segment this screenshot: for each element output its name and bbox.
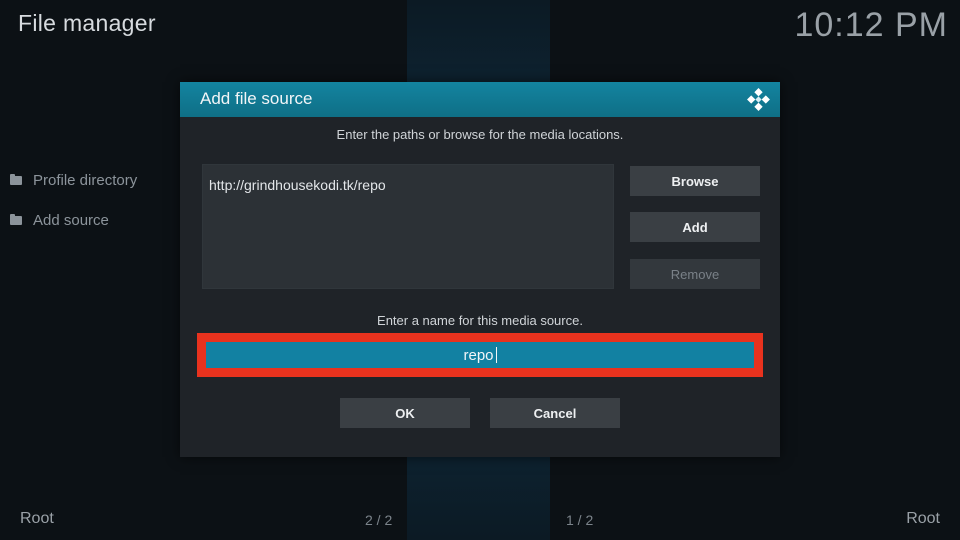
footer-root-left: Root [20, 510, 54, 527]
add-button[interactable]: Add [630, 212, 760, 242]
ok-button[interactable]: OK [340, 398, 470, 428]
paths-list[interactable]: http://grindhousekodi.tk/repo [202, 164, 614, 289]
source-name-input[interactable]: repo [206, 342, 754, 368]
paths-instruction: Enter the paths or browse for the media … [336, 127, 624, 142]
footer-page-indicator-right: 1 / 2 [566, 512, 594, 528]
text-caret [495, 347, 497, 363]
cancel-button[interactable]: Cancel [490, 398, 620, 428]
add-file-source-dialog: Add file source Enter the paths or brows… [180, 82, 780, 457]
folder-icon [10, 174, 22, 185]
name-instruction: Enter a name for this media source. [377, 313, 583, 328]
sidebar-item-label: Profile directory [33, 172, 138, 189]
sidebar-item-label: Add source [33, 212, 109, 229]
footer-root-right: Root [906, 510, 940, 527]
browse-button[interactable]: Browse [630, 166, 760, 196]
footer-page-indicator-left: 2 / 2 [365, 512, 393, 528]
dialog-header: Add file source [180, 82, 780, 117]
remove-button[interactable]: Remove [630, 259, 760, 289]
clock: 10:12 PM [794, 6, 948, 44]
dialog-title: Add file source [200, 89, 313, 108]
kodi-logo-icon [747, 88, 770, 111]
folder-icon [10, 214, 22, 225]
sidebar-item-profile-directory[interactable]: Profile directory [10, 172, 137, 189]
source-name-value: repo [463, 346, 494, 364]
sidebar-item-add-source[interactable]: Add source [10, 212, 109, 229]
app-title: File manager [18, 10, 156, 36]
path-entry[interactable]: http://grindhousekodi.tk/repo [209, 177, 386, 193]
